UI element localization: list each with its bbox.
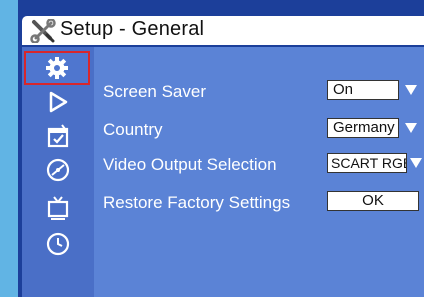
title-bar: Setup - General: [22, 16, 424, 45]
video-output-dropdown-button[interactable]: [407, 153, 424, 173]
video-output-select[interactable]: SCART RGB: [327, 153, 407, 173]
screen-saver-select[interactable]: On: [327, 80, 399, 100]
setting-label: Restore Factory Settings: [103, 193, 291, 212]
chevron-down-icon: [405, 123, 417, 133]
parental-control-icon: [47, 124, 69, 148]
setting-row-country: Country Germany: [94, 118, 424, 142]
play-icon: [49, 91, 68, 113]
gear-icon: [46, 57, 68, 79]
tv-icon: [47, 196, 69, 220]
setting-label: Video Output Selection: [103, 155, 277, 174]
setting-row-video-output: Video Output Selection SCART RGB: [94, 153, 424, 177]
setting-row-screen-saver: Screen Saver On: [94, 80, 424, 104]
setting-row-restore-factory: Restore Factory Settings OK: [94, 191, 424, 215]
sidebar: [22, 47, 94, 297]
setting-label: Country: [103, 120, 163, 139]
country-dropdown-button[interactable]: [401, 118, 421, 138]
sidebar-item-playback[interactable]: [22, 85, 94, 119]
sidebar-item-clock[interactable]: [22, 227, 94, 261]
clock-icon: [46, 232, 70, 256]
chevron-down-icon: [409, 158, 422, 168]
page-title: Setup - General: [60, 18, 205, 40]
settings-panel: Screen Saver On Country Germany Video Ou…: [94, 47, 424, 297]
sidebar-item-disc[interactable]: [22, 153, 94, 187]
disc-icon: [46, 158, 70, 182]
setting-label: Screen Saver: [103, 82, 206, 101]
sidebar-item-video[interactable]: [22, 191, 94, 225]
sidebar-item-parental[interactable]: [22, 119, 94, 153]
tools-icon: [30, 19, 56, 43]
restore-ok-button[interactable]: OK: [327, 191, 419, 211]
screen-saver-dropdown-button[interactable]: [401, 80, 421, 100]
country-select[interactable]: Germany: [327, 118, 399, 138]
chevron-down-icon: [405, 85, 417, 95]
sidebar-item-general[interactable]: [24, 51, 90, 85]
